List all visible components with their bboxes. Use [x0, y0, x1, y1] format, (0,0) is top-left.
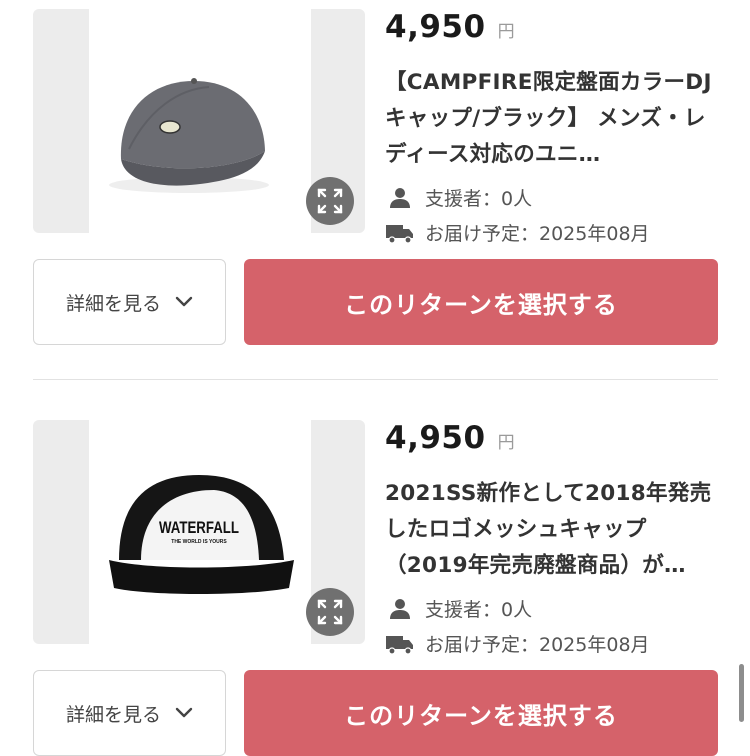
reward-info: 4,950 円 【CAMPFIRE限定盤面カラーDJキャップ/ブラック】 メンズ…: [385, 9, 725, 250]
currency-unit: 円: [497, 22, 515, 42]
reward-info: 4,950 円 2021SS新作として2018年発売したロゴメッシュキャップ（2…: [385, 420, 725, 661]
chevron-down-icon: [175, 707, 193, 719]
truck-icon: [385, 222, 415, 244]
view-details-button[interactable]: 詳細を見る: [33, 670, 226, 756]
reward-price: 4,950: [385, 9, 486, 45]
select-reward-button[interactable]: このリターンを選択する: [244, 670, 718, 756]
mesh-cap-image: WATERFALL THE WORLD IS YOURS: [89, 420, 311, 644]
supporters-count: 支援者：0人: [425, 188, 533, 210]
expand-icon: [317, 599, 343, 625]
price-row: 4,950 円: [385, 420, 725, 462]
chevron-down-icon: [175, 296, 193, 308]
expand-image-button[interactable]: [306, 588, 354, 636]
expand-image-button[interactable]: [306, 177, 354, 225]
cap-tagline-text: THE WORLD IS YOURS: [171, 539, 227, 545]
truck-icon: [385, 633, 415, 655]
reward-meta: 支援者：0人 お届け予定：2025年08月: [385, 180, 725, 250]
delivery-row: お届け予定：2025年08月: [385, 215, 725, 250]
view-details-label: 詳細を見る: [65, 292, 161, 315]
currency-unit: 円: [497, 433, 515, 453]
view-details-label: 詳細を見る: [65, 703, 161, 726]
reward-thumbnail[interactable]: WATERFALL THE WORLD IS YOURS: [33, 420, 365, 644]
reward-price: 4,950: [385, 420, 486, 456]
person-icon: [385, 598, 415, 620]
scrollbar[interactable]: [739, 664, 744, 722]
card-divider: [33, 379, 718, 380]
reward-thumbnail[interactable]: [33, 9, 365, 233]
price-row: 4,950 円: [385, 9, 725, 51]
cap-logo-text: WATERFALL: [159, 518, 239, 537]
supporters-row: 支援者：0人: [385, 180, 725, 215]
delivery-date: お届け予定：2025年08月: [425, 223, 650, 245]
delivery-row: お届け予定：2025年08月: [385, 626, 725, 661]
reward-title[interactable]: 【CAMPFIRE限定盤面カラーDJキャップ/ブラック】 メンズ・レディース対応…: [385, 65, 725, 173]
person-icon: [385, 187, 415, 209]
select-reward-button[interactable]: このリターンを選択する: [244, 259, 718, 345]
reward-meta: 支援者：0人 お届け予定：2025年08月: [385, 591, 725, 661]
reward-title[interactable]: 2021SS新作として2018年発売したロゴメッシュキャップ（2019年完売廃盤…: [385, 476, 725, 584]
delivery-date: お届け予定：2025年08月: [425, 634, 650, 656]
expand-icon: [317, 188, 343, 214]
supporters-row: 支援者：0人: [385, 591, 725, 626]
gray-cap-image: [89, 9, 311, 233]
view-details-button[interactable]: 詳細を見る: [33, 259, 226, 345]
supporters-count: 支援者：0人: [425, 599, 533, 621]
